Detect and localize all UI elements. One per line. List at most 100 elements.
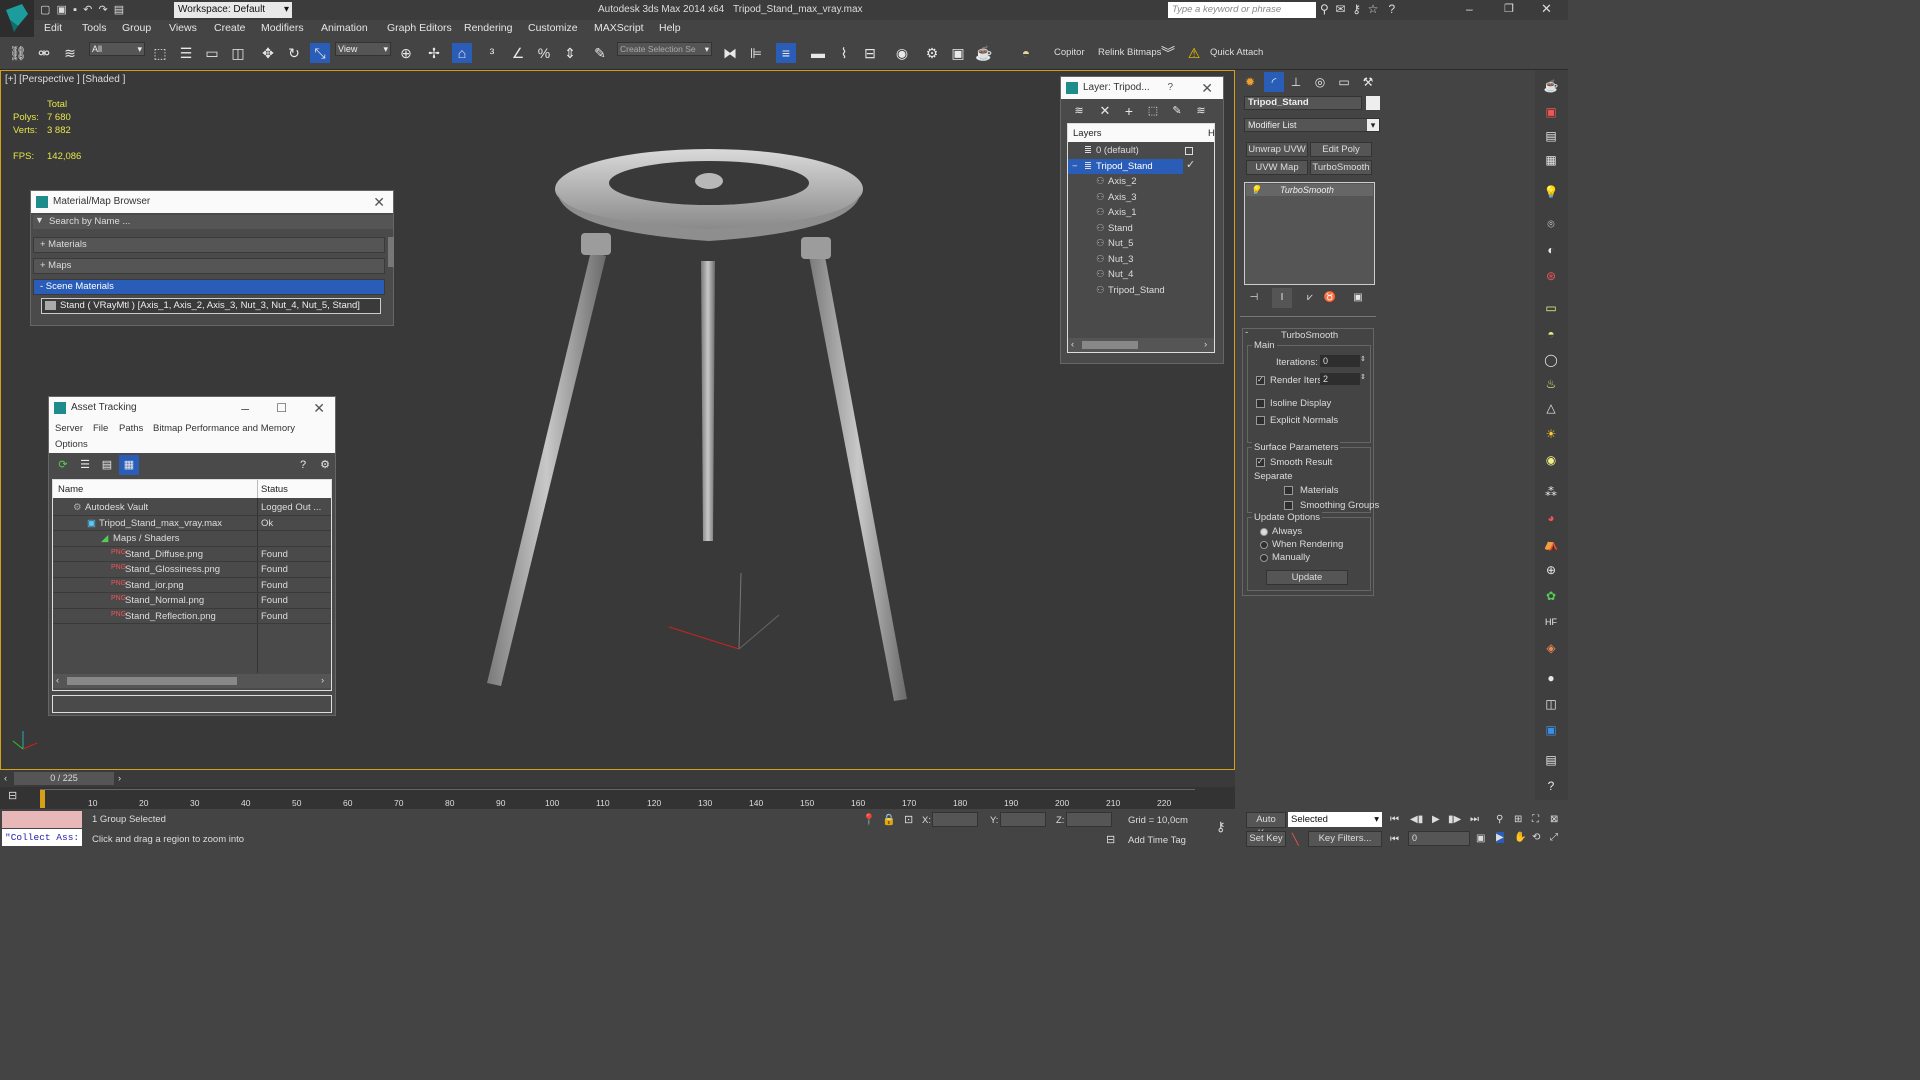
selection-lock-icon[interactable]: 🔒 [882, 813, 896, 826]
list-view-icon[interactable]: ☰ [75, 455, 95, 475]
configure-modifier-sets-icon[interactable]: ▣ [1348, 288, 1368, 308]
object-item[interactable]: ⚇ Nut_3 [1068, 252, 1214, 267]
scroll-right-icon[interactable]: › [1204, 339, 1207, 350]
time-slider-thumb[interactable]: 0 / 225 [14, 772, 114, 785]
orbit-icon[interactable]: ⟲ [1532, 832, 1540, 843]
time-slider-prev-icon[interactable]: ‹ [4, 773, 7, 784]
object-item[interactable]: ⚇ Axis_3 [1068, 190, 1214, 205]
scroll-right-icon[interactable]: › [321, 675, 324, 686]
table-row[interactable]: ▣ Tripod_Stand_max_vray.max Ok [53, 516, 331, 531]
render-icon[interactable]: ▣ [1541, 102, 1561, 122]
hair-icon[interactable]: HF [1541, 612, 1561, 632]
menu-bitmap-performance[interactable]: Bitmap Performance and Memory [153, 423, 295, 434]
edit-poly-button[interactable]: Edit Poly [1310, 142, 1372, 157]
hide-layer-icon[interactable]: ≋ [1191, 101, 1211, 121]
horizontal-scrollbar[interactable]: ‹ › [1068, 338, 1214, 352]
rendered-frame-window-icon[interactable]: ▣ [948, 43, 968, 63]
materials-checkbox[interactable] [1284, 486, 1293, 495]
align-icon[interactable]: ⊫ [746, 43, 766, 63]
copitor-icon[interactable]: ◓ [1016, 43, 1036, 63]
bind-space-warp-icon[interactable]: ≋ [60, 43, 80, 63]
rectangular-selection-icon[interactable]: ▭ [202, 43, 222, 63]
schematic-view-icon[interactable]: ⊟ [860, 43, 880, 63]
rollout-collapse-icon[interactable]: - [1245, 327, 1248, 338]
new-file-icon[interactable]: ▢ [40, 4, 50, 16]
object-color-swatch[interactable] [1366, 96, 1380, 110]
layer-manager-icon[interactable]: ≡ [776, 43, 796, 63]
go-to-start-icon[interactable]: ⏮ [1390, 814, 1399, 825]
object-item[interactable]: ⚇ Nut_4 [1068, 267, 1214, 282]
workspace-dropdown[interactable]: Workspace: Default ▾ [174, 2, 292, 18]
unlink-icon[interactable]: ⚮ [34, 43, 54, 63]
current-frame-spinner[interactable]: 0 [1408, 831, 1470, 846]
menu-edit[interactable]: Edit [44, 22, 62, 34]
teapot-object-icon[interactable]: ♨ [1541, 374, 1561, 394]
delete-layer-icon[interactable]: ✕ [1095, 101, 1115, 121]
menu-views[interactable]: Views [169, 22, 197, 34]
layer-stack-icon[interactable]: ≋ [1069, 101, 1089, 121]
snaps-toggle-icon[interactable]: ³ [482, 43, 502, 63]
rotate-icon[interactable]: ↻ [284, 43, 304, 63]
select-object-icon[interactable]: ⬚ [150, 43, 170, 63]
zoom-icon[interactable]: ⚲ [1496, 814, 1503, 825]
open-file-icon[interactable]: ▣ [57, 4, 67, 16]
mini-curve-editor-icon[interactable]: ⊟ [8, 789, 17, 802]
globe-icon[interactable]: ⊕ [1541, 560, 1561, 580]
col-hide-header[interactable]: H [1208, 128, 1215, 139]
zoom-all-icon[interactable]: ⊞ [1514, 814, 1522, 825]
minimize-icon[interactable]: – [241, 397, 249, 419]
camera-icon[interactable]: ⌾ [1541, 214, 1561, 234]
hide-checkbox[interactable] [1185, 147, 1193, 155]
layer-panel-titlebar[interactable]: Layer: Tripod... ? ✕ [1061, 77, 1223, 99]
modifier-stack-item[interactable]: 💡 TurboSmooth [1246, 184, 1373, 196]
x-coord-input[interactable] [932, 812, 978, 827]
mirror-icon[interactable]: ⧓ [720, 43, 740, 63]
material-browser-titlebar[interactable]: Material/Map Browser ✕ [31, 191, 393, 213]
spinner-arrows-icon[interactable]: ⇕ [1360, 373, 1366, 381]
scrollbar[interactable] [388, 237, 394, 267]
z-coord-input[interactable] [1066, 812, 1112, 827]
track-bar[interactable]: ⊟ 10 20 30 40 50 60 70 80 90 100 110 120… [0, 787, 1235, 809]
material-search-input[interactable]: Search by Name ... [33, 215, 393, 229]
key-icon[interactable]: ⚷ [1216, 819, 1226, 835]
table-view-icon[interactable]: ▦ [119, 455, 139, 475]
go-to-end-icon[interactable]: ⏭ [1470, 814, 1479, 825]
col-status-header[interactable]: Status [261, 484, 288, 495]
when-rendering-radio[interactable] [1260, 541, 1268, 549]
material-editor-icon[interactable]: ◉ [892, 43, 912, 63]
motion-tab-icon[interactable]: ◎ [1310, 72, 1330, 92]
iterations-spinner[interactable]: 0 [1320, 355, 1360, 367]
grid-icon[interactable]: ▦ [1541, 150, 1561, 170]
help-icon[interactable]: ? [1167, 77, 1173, 99]
light-icon[interactable]: 💡 [1541, 182, 1561, 202]
zoom-extents-all-icon[interactable]: ⊠ [1550, 814, 1558, 825]
menu-animation[interactable]: Animation [321, 22, 368, 34]
menu-server[interactable]: Server [55, 423, 83, 434]
help-icon[interactable]: ? [1541, 776, 1561, 796]
pan-icon[interactable]: ✋ [1514, 832, 1526, 843]
angle-snap-icon[interactable]: ∠ [508, 43, 528, 63]
scrollbar-thumb[interactable] [67, 677, 237, 685]
redo-icon[interactable]: ↷ [98, 4, 107, 16]
menu-group[interactable]: Group [122, 22, 151, 34]
pivot-center-icon[interactable]: ⊕ [396, 43, 416, 63]
time-slider[interactable]: ‹ 0 / 225 › [0, 770, 1235, 787]
absolute-mode-icon[interactable]: ⊡ [904, 813, 913, 826]
close-icon[interactable]: ✕ [1201, 77, 1213, 99]
col-layers-header[interactable]: Layers [1073, 128, 1102, 139]
render-iters-checkbox[interactable]: ✓ [1256, 375, 1265, 385]
object-item[interactable]: ⚇ Axis_2 [1068, 174, 1214, 189]
render-export-icon[interactable]: ▤ [1541, 750, 1561, 770]
select-manipulate-icon[interactable]: ✢ [424, 43, 444, 63]
time-configuration-icon[interactable]: ▣ [1476, 833, 1485, 844]
maxscript-listener-top[interactable] [2, 811, 82, 828]
vray-frame-icon[interactable]: ▣ [1541, 720, 1561, 740]
ox-icon[interactable]: ◈ [1541, 638, 1561, 658]
sun-icon[interactable]: ☀ [1541, 424, 1561, 444]
layer-item[interactable]: ≣ 0 (default) [1068, 143, 1214, 158]
key-mode-toggle-icon[interactable]: ⏮ [1390, 834, 1399, 845]
tent-icon[interactable]: ⛺ [1541, 534, 1561, 554]
time-slider-next-icon[interactable]: › [118, 773, 121, 784]
menu-options[interactable]: Options [55, 439, 88, 450]
materials-group[interactable]: + Materials [33, 237, 385, 253]
